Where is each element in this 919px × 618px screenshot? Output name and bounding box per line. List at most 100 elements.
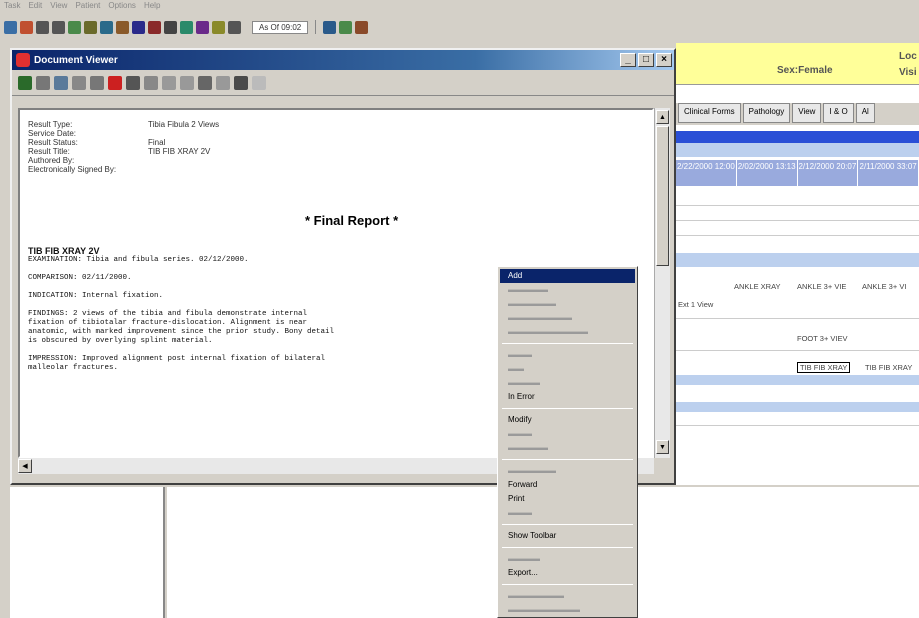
forward-arrow-icon[interactable] (52, 20, 65, 34)
next-icon[interactable] (180, 75, 194, 90)
paste-icon[interactable] (54, 75, 68, 90)
tab-clinical-forms[interactable]: Clinical Forms (678, 103, 741, 123)
menu-separator (502, 547, 633, 548)
refresh-icon[interactable] (84, 20, 97, 34)
window-controls: _ □ × (620, 53, 674, 67)
list-icon[interactable] (164, 20, 177, 34)
table-icon[interactable] (339, 20, 353, 34)
back-arrow-icon[interactable] (36, 20, 49, 34)
grid-divider (676, 425, 919, 426)
menu-item-in-error[interactable]: In Error (500, 390, 635, 404)
menu-item-add[interactable]: Add (500, 269, 635, 283)
previous-icon[interactable] (162, 75, 176, 90)
scroll-down-icon[interactable]: ▼ (656, 440, 669, 454)
menu-view[interactable]: View (50, 1, 67, 13)
result-cell[interactable]: ANKLE 3+ VI (862, 282, 906, 291)
tab-view[interactable]: View (792, 103, 822, 123)
report-spacer (28, 346, 508, 355)
menu-item-forward[interactable]: Forward (500, 478, 635, 492)
report-comparison: COMPARISON: 02/11/2000. (28, 274, 132, 282)
format-icon[interactable] (72, 75, 86, 90)
tab-pathology[interactable]: Pathology (742, 103, 791, 123)
settings-icon[interactable] (212, 20, 225, 34)
date-column-headers: 2/22/2000 12:00 2/02/2000 13:13 2/12/200… (676, 160, 919, 186)
menu-separator (502, 524, 633, 525)
grid-icon[interactable] (132, 20, 145, 34)
result-title-label: Result Title: (28, 147, 70, 156)
report-body: TIB FIB XRAY 2V EXAMINATION: Tibia and fi… (28, 247, 508, 373)
tab-i-and-o[interactable]: I & O (823, 103, 854, 123)
tag-icon[interactable] (90, 75, 104, 90)
result-title-value: TIB FIB XRAY 2V (148, 147, 211, 156)
menu-item-show-toolbar[interactable]: Show Toolbar (500, 529, 635, 543)
menu-separator (502, 343, 633, 344)
copy-icon[interactable] (36, 75, 50, 90)
home-icon[interactable] (4, 20, 17, 34)
document-icon[interactable] (180, 20, 193, 34)
menu-item-disabled: ▬▬▬▬ (508, 554, 540, 563)
scroll-left-icon[interactable]: ◀ (18, 459, 32, 473)
date-column-header[interactable]: 2/22/2000 12:00 (676, 160, 737, 186)
properties-icon[interactable] (252, 75, 266, 90)
date-column-header[interactable]: 2/11/2000 33:07 (858, 160, 919, 186)
delete-icon[interactable] (108, 75, 122, 90)
context-menu: Add ▬▬▬▬▬ ▬▬▬▬▬▬ ▬▬▬▬▬▬▬▬ ▬▬▬▬▬▬▬▬▬▬ ▬▬▬… (497, 266, 638, 618)
result-type-label: Result Type: (28, 120, 73, 129)
toolbar-separator (315, 20, 317, 34)
open-icon[interactable] (18, 75, 32, 90)
flowsheet-section-band (676, 253, 919, 267)
scroll-up-icon[interactable]: ▲ (656, 110, 669, 124)
menu-item-disabled: ▬▬▬▬▬ (508, 443, 548, 452)
report-header: TIB FIB XRAY 2V (28, 246, 100, 256)
menu-patient[interactable]: Patient (75, 1, 100, 13)
main-toolbar: As Of 09:02 (0, 17, 919, 37)
result-cell[interactable]: ANKLE XRAY (734, 282, 781, 291)
tab-allergies[interactable]: Al (855, 103, 875, 123)
tools-icon[interactable] (355, 20, 369, 34)
close-button[interactable]: × (656, 53, 672, 67)
report-spacer (28, 265, 508, 274)
menu-item-export[interactable]: Export... (500, 566, 635, 580)
preview-icon[interactable] (126, 75, 140, 90)
patient-location-label: Loc (899, 51, 917, 62)
chart-icon[interactable] (20, 20, 33, 34)
viewer-toolbar (12, 70, 674, 96)
menu-item-disabled: ▬▬▬ (508, 429, 532, 438)
search-icon[interactable] (196, 20, 209, 34)
date-column-header[interactable]: 2/12/2000 20:07 (798, 160, 859, 186)
email-icon[interactable] (216, 75, 230, 90)
calendar-icon[interactable] (100, 20, 113, 34)
menu-item-disabled: ▬▬▬▬▬▬▬▬ (508, 313, 572, 322)
scroll-thumb[interactable] (656, 126, 669, 266)
window-titlebar[interactable]: Document Viewer _ □ × (12, 50, 674, 70)
minimize-button[interactable]: _ (620, 53, 636, 67)
row-label: Ext 1 View (678, 300, 714, 309)
edit-icon[interactable] (144, 75, 158, 90)
result-cell[interactable]: TIB FIB XRAY (865, 363, 912, 372)
menu-help[interactable]: Help (144, 1, 160, 13)
sign-icon[interactable] (234, 75, 248, 90)
folder-icon[interactable] (323, 20, 337, 34)
print-icon[interactable] (198, 75, 212, 90)
menu-item-disabled: ▬▬▬ (508, 350, 532, 359)
flowsheet-header-band (676, 131, 919, 143)
as-of-time-box[interactable]: As Of 09:02 (252, 20, 309, 34)
menu-item-disabled: ▬▬▬▬▬▬▬ (508, 591, 564, 600)
menu-item-print[interactable]: Print (500, 492, 635, 506)
report-impression: IMPRESSION: Improved alignment post inte… (28, 355, 326, 372)
flag-icon[interactable] (148, 20, 161, 34)
result-cell[interactable]: FOOT 3+ VIEV (797, 334, 848, 343)
maximize-button[interactable]: □ (638, 53, 654, 67)
signed-by-label: Electronically Signed By: (28, 165, 117, 174)
vertical-scrollbar[interactable]: ▲ ▼ (654, 108, 670, 458)
menu-item-modify[interactable]: Modify (500, 413, 635, 427)
result-cell-selected[interactable]: TIB FIB XRAY (797, 362, 851, 373)
menu-options[interactable]: Options (108, 1, 136, 13)
notes-icon[interactable] (116, 20, 129, 34)
print-icon[interactable] (228, 20, 241, 34)
result-cell[interactable]: ANKLE 3+ VIE (797, 282, 846, 291)
people-icon[interactable] (68, 20, 81, 34)
date-column-header[interactable]: 2/02/2000 13:13 (737, 160, 798, 186)
menu-task[interactable]: Task (4, 1, 20, 13)
menu-edit[interactable]: Edit (28, 1, 42, 13)
